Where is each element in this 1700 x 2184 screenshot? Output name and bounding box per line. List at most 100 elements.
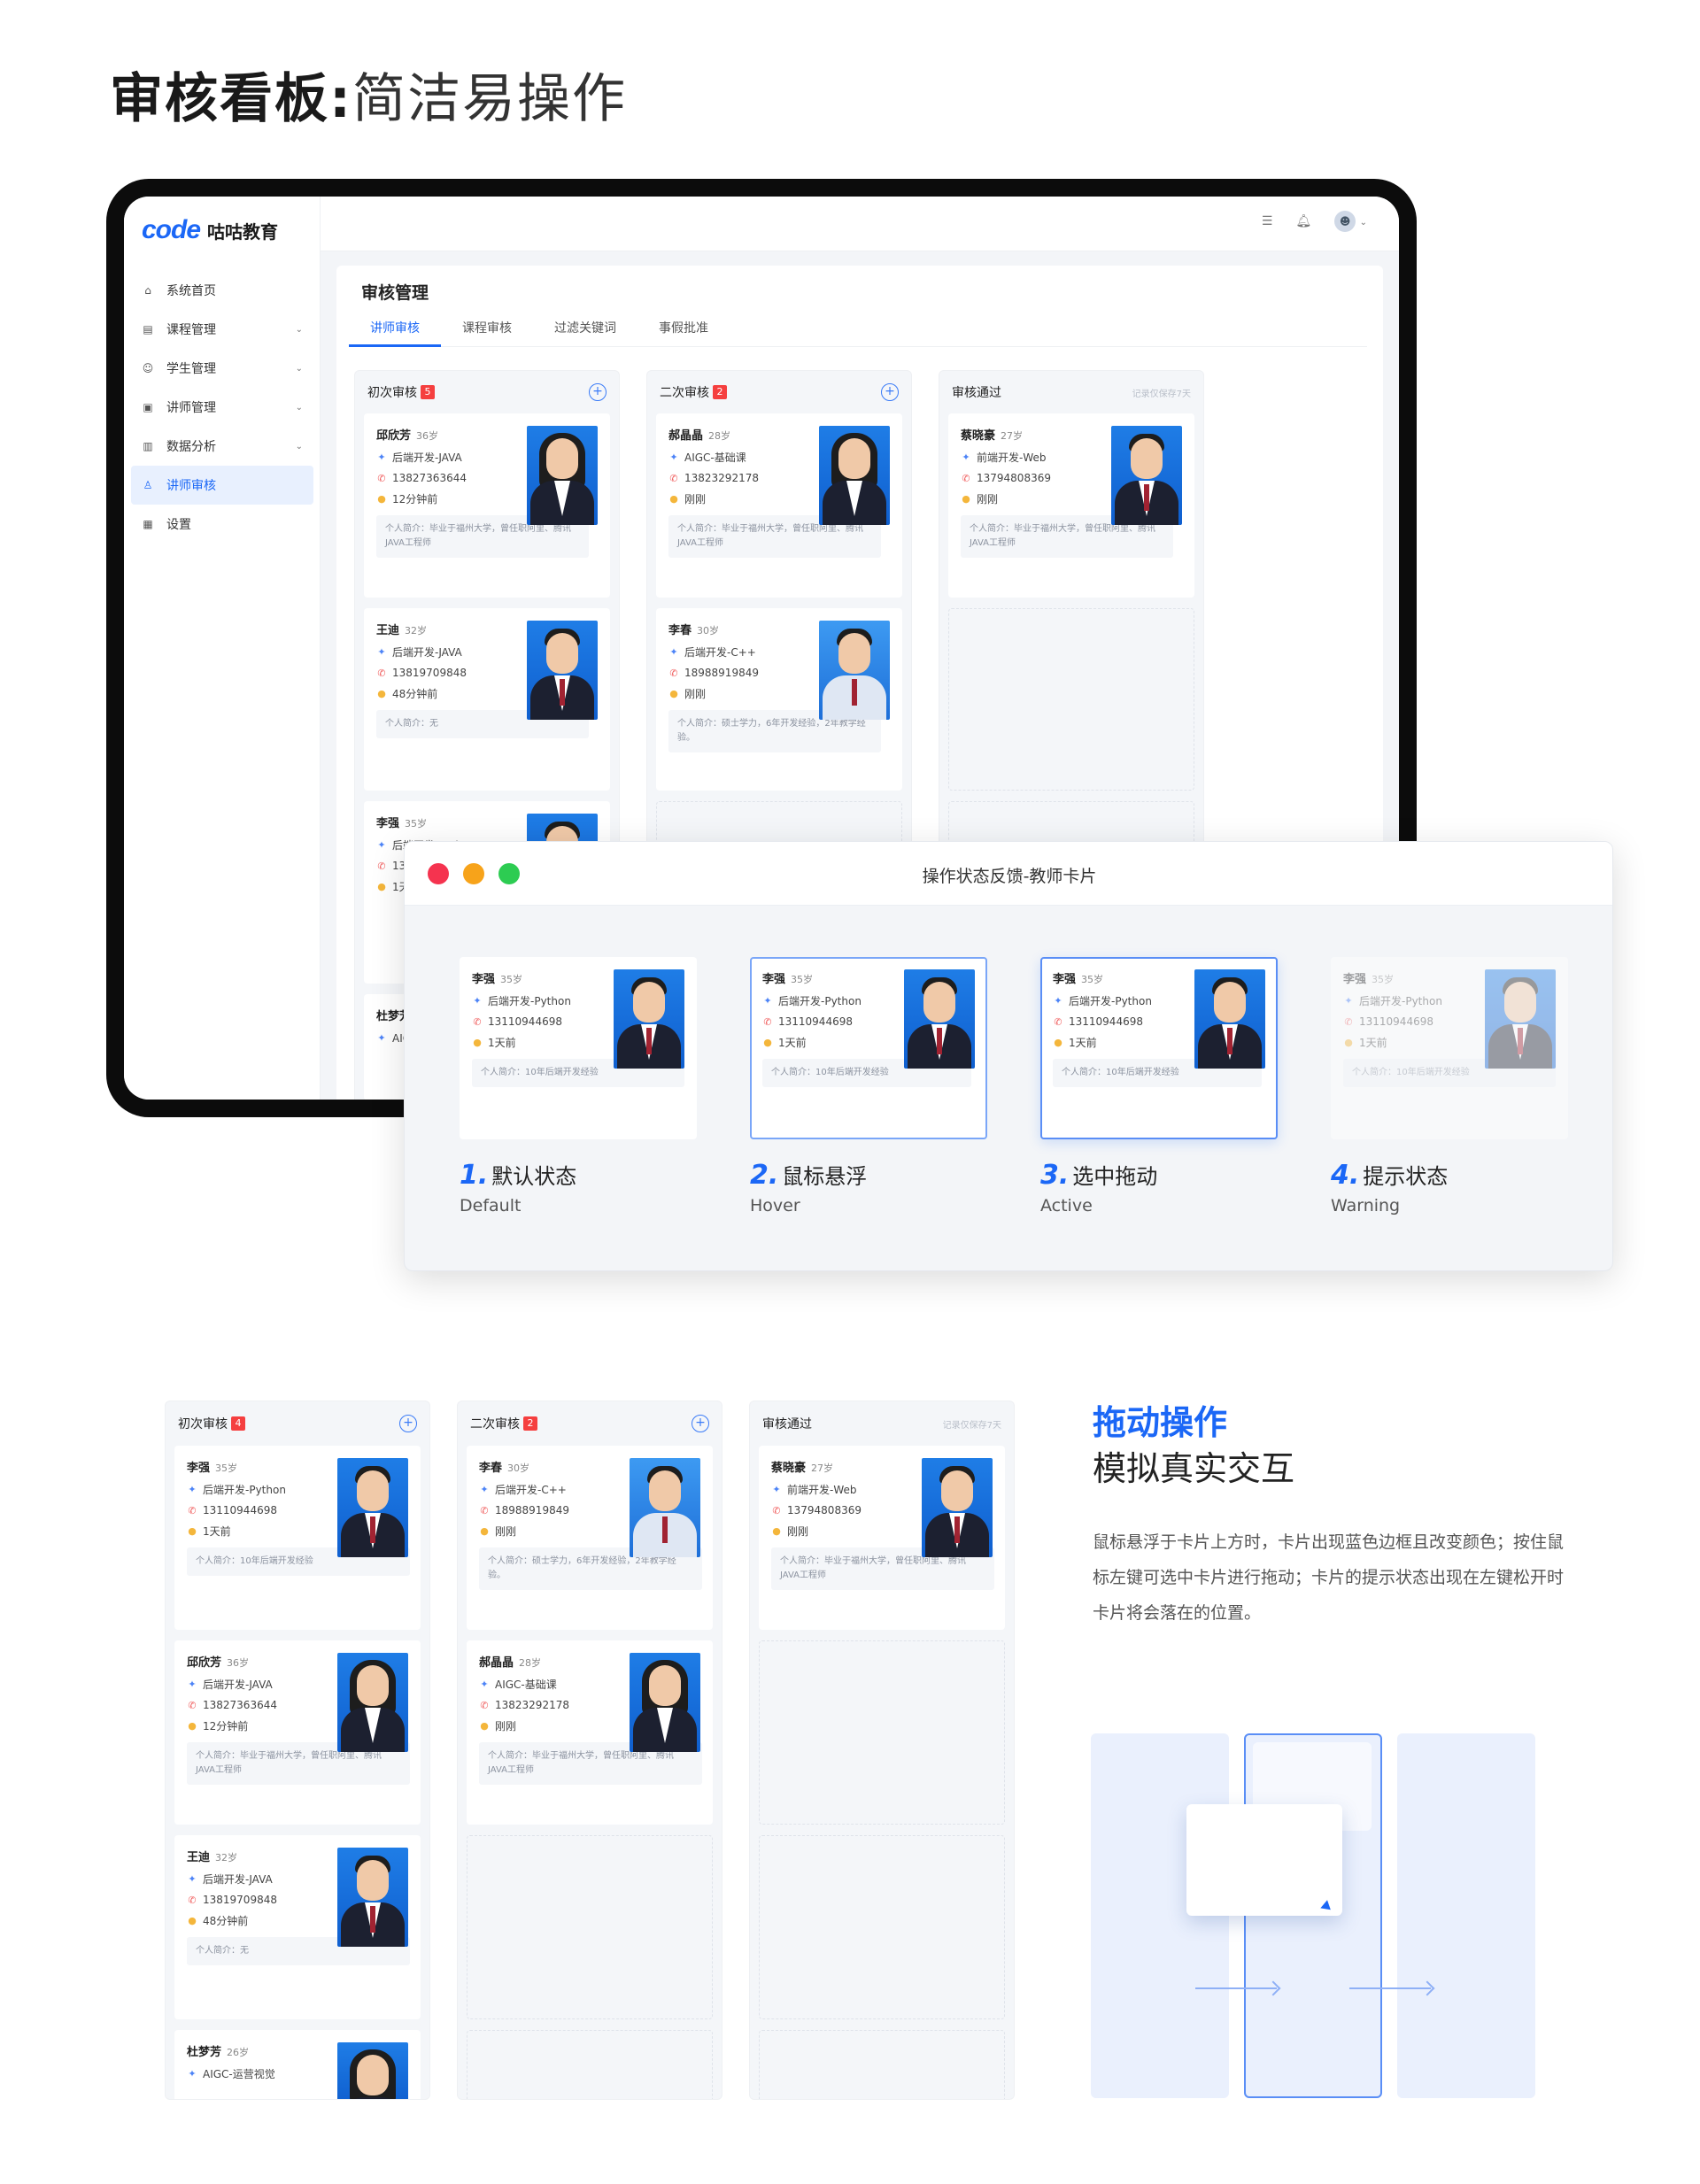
teacher-card[interactable]: 蔡晓豪 27岁 ✦ 前端开发-Web ✆ 13794808369 ● 刚刚 个人简介：毕…: [948, 413, 1194, 598]
teacher-card[interactable]: 邱欣芳 36岁 ✦ 后端开发-JAVA ✆ 13827363644 ● 12分钟前 个人…: [174, 1640, 421, 1825]
chevron-down-icon: ⌄: [1359, 218, 1367, 228]
pin-icon: ✦: [188, 1679, 197, 1690]
state-card-active: 李强 35岁 ✦ 后端开发-Python ✆ 13110944698 ● 1天前 个人简…: [1040, 957, 1278, 1139]
illustration-column-right: [1397, 1733, 1535, 2098]
teacher-card[interactable]: 郝晶晶 28岁 ✦ AIGC-基础课 ✆ 13823292178 ● 刚刚 个人简介：毕…: [656, 413, 902, 598]
phone-icon: ✆: [188, 1894, 197, 1906]
teacher-card[interactable]: 杜梦芳26岁 ✦AIGC-运营视觉: [174, 2030, 421, 2099]
clock-icon: ●: [188, 1525, 197, 1537]
pin-icon: ✦: [188, 1873, 197, 1885]
column-note: 记录仅保存7天: [942, 1420, 1001, 1431]
heading-bold: 审核看板:: [110, 68, 352, 130]
column-passed: 审核通过 记录仅保存7天 蔡晓豪 27岁 ✦ 前端开发-Web ✆ 137948083…: [749, 1401, 1015, 2100]
clock-icon: ●: [188, 1720, 197, 1732]
column-header: 审核通过 记录仅保存7天: [750, 1401, 1014, 1446]
state-card-warning: 李强 35岁 ✦ 后端开发-Python ✆ 13110944698 ● 1天前 个人简…: [1331, 957, 1568, 1139]
sidebar-item-label: 讲师管理: [166, 401, 216, 415]
phone-icon: ✆: [188, 1504, 197, 1516]
phone-icon: ✆: [480, 1504, 489, 1516]
add-icon[interactable]: +: [399, 1415, 417, 1432]
logo-mark: code: [142, 215, 201, 244]
teacher-card[interactable]: 郝晶晶 28岁 ✦ AIGC-基础课 ✆ 13823292178 ● 刚刚 个人简介：毕…: [467, 1640, 713, 1825]
state-label-active: 3. 选中拖动: [1040, 1160, 1158, 1191]
teacher-card[interactable]: 李强 35岁 ✦ 后端开发-Python ✆ 13110944698 ● 1天前 个人简…: [460, 957, 697, 1139]
column-second-review: 二次审核 2 + 李春 30岁 ✦ 后端开发-C++ ✆ 18988919849 ● 刚…: [457, 1401, 722, 2100]
search-list-icon[interactable]: ☰: [1262, 214, 1273, 228]
count-badge: 5: [421, 385, 435, 399]
sidebar-item-home[interactable]: ⌂ 系统首页: [131, 271, 313, 310]
sidebar: code 咕咕教育 ⌂ 系统首页 ▤ 课程管理 ⌄ ☺ 学生管理 ⌄ ▣ 讲师管…: [124, 197, 321, 1100]
clock-icon: ●: [377, 493, 386, 505]
drop-slot: [759, 1640, 1005, 1825]
phone-icon: ✆: [763, 1015, 772, 1028]
app-logo[interactable]: code 咕咕教育: [142, 212, 278, 248]
content-title: 审核管理: [361, 283, 429, 303]
sidebar-item-teachers[interactable]: ▣ 讲师管理 ⌄: [131, 388, 313, 427]
drop-slot: [467, 2030, 713, 2099]
sidebar-item-teacher-review[interactable]: ♙ 讲师审核: [131, 466, 313, 505]
phone-icon: ✆: [377, 667, 386, 679]
teacher-card[interactable]: 邱欣芳 36岁 ✦ 后端开发-JAVA ✆ 13827363644 ● 12分钟前 个人…: [364, 413, 610, 598]
sidebar-item-students[interactable]: ☺ 学生管理 ⌄: [131, 349, 313, 388]
pin-icon: ✦: [1344, 995, 1353, 1007]
logo-text: 咕咕教育: [207, 220, 279, 243]
drag-description: 鼠标悬浮于卡片上方时，卡片出现蓝色边框且改变颜色；按住鼠标左键可选中卡片进行拖动…: [1093, 1532, 1565, 1623]
teacher-photo: [527, 426, 598, 525]
clock-icon: ●: [962, 493, 970, 505]
column-first-review: 初次审核 4 + 李强 35岁 ✦ 后端开发-Python ✆ 13110944698…: [165, 1401, 430, 2100]
teacher-card[interactable]: 李强 35岁 ✦ 后端开发-Python ✆ 13110944698 ● 1天前 个人简…: [750, 957, 987, 1139]
sidebar-item-analytics[interactable]: ▥ 数据分析 ⌄: [131, 427, 313, 466]
phone-icon: ✆: [669, 472, 678, 484]
teacher-card[interactable]: 李强 35岁 ✦ 后端开发-Python ✆ 13110944698 ● 1天前 个人简…: [1331, 957, 1568, 1139]
sidebar-item-settings[interactable]: ▦ 设置: [131, 505, 313, 544]
home-icon: ⌂: [144, 284, 151, 297]
teacher-card[interactable]: 李春 30岁 ✦ 后端开发-C++ ✆ 18988919849 ● 刚刚 个人简介：硕士…: [656, 608, 902, 791]
pin-icon: ✦: [669, 646, 678, 658]
pin-icon: ✦: [763, 995, 772, 1007]
count-badge: 2: [523, 1416, 537, 1431]
teacher-card[interactable]: 王迪 32岁 ✦ 后端开发-JAVA ✆ 13819709848 ● 48分钟前 个人简…: [174, 1835, 421, 2019]
add-icon[interactable]: +: [881, 383, 899, 401]
teacher-card[interactable]: 蔡晓豪 27岁 ✦ 前端开发-Web ✆ 13794808369 ● 刚刚 个人简介：毕…: [759, 1446, 1005, 1630]
teacher-card[interactable]: 王迪 32岁 ✦ 后端开发-JAVA ✆ 13819709848 ● 48分钟前 个人简…: [364, 608, 610, 791]
bell-icon[interactable]: 🔔︎: [1295, 214, 1311, 228]
teacher-photo: [337, 1458, 408, 1557]
teacher-card[interactable]: 李强 35岁 ✦ 后端开发-Python ✆ 13110944698 ● 1天前 个人简…: [174, 1446, 421, 1630]
tab-filter-keywords[interactable]: 过滤关键词: [533, 310, 638, 347]
column-title: 二次审核: [660, 386, 709, 400]
teacher-card[interactable]: 李春 30岁 ✦ 后端开发-C++ ✆ 18988919849 ● 刚刚 个人简介：硕士…: [467, 1446, 713, 1630]
teacher-photo: [922, 1458, 993, 1557]
tab-course-review[interactable]: 课程审核: [441, 310, 533, 347]
phone-icon: ✆: [1054, 1015, 1062, 1028]
drop-slot: [948, 608, 1194, 791]
clock-icon: ●: [669, 688, 678, 699]
state-sub-warning: Warning: [1331, 1196, 1401, 1215]
clock-icon: ●: [377, 881, 386, 892]
drop-slot: [759, 2030, 1005, 2099]
sidebar-item-courses[interactable]: ▤ 课程管理 ⌄: [131, 310, 313, 349]
grid-icon: ▦: [143, 518, 153, 530]
state-label-default: 1. 默认状态: [460, 1160, 577, 1191]
sidebar-item-label: 系统首页: [166, 284, 216, 298]
clock-icon: ●: [1054, 1037, 1062, 1048]
state-label-warning: 4. 提示状态: [1331, 1160, 1449, 1191]
state-sub-default: Default: [460, 1196, 522, 1215]
tab-leave-approval[interactable]: 事假批准: [638, 310, 730, 347]
drop-slot: [759, 1835, 1005, 2019]
clock-icon: ●: [377, 688, 386, 699]
add-icon[interactable]: +: [692, 1415, 709, 1432]
teacher-photo: [630, 1458, 700, 1557]
clock-icon: ●: [480, 1720, 489, 1732]
column-title: 初次审核: [367, 386, 417, 400]
user-menu[interactable]: ☻ ⌄: [1334, 211, 1367, 232]
clock-icon: ●: [1344, 1037, 1353, 1048]
tab-bar: 讲师审核 课程审核 过滤关键词 事假批准: [349, 310, 1367, 347]
teacher-photo: [1194, 969, 1265, 1069]
add-icon[interactable]: +: [589, 383, 607, 401]
teacher-card[interactable]: 李强 35岁 ✦ 后端开发-Python ✆ 13110944698 ● 1天前 个人简…: [1040, 957, 1278, 1139]
phone-icon: ✆: [962, 472, 970, 484]
pin-icon: ✦: [377, 839, 386, 851]
tab-teacher-review[interactable]: 讲师审核: [349, 310, 441, 347]
clock-icon: ●: [669, 493, 678, 505]
page-heading: 审核看板:简洁易操作: [110, 62, 627, 136]
